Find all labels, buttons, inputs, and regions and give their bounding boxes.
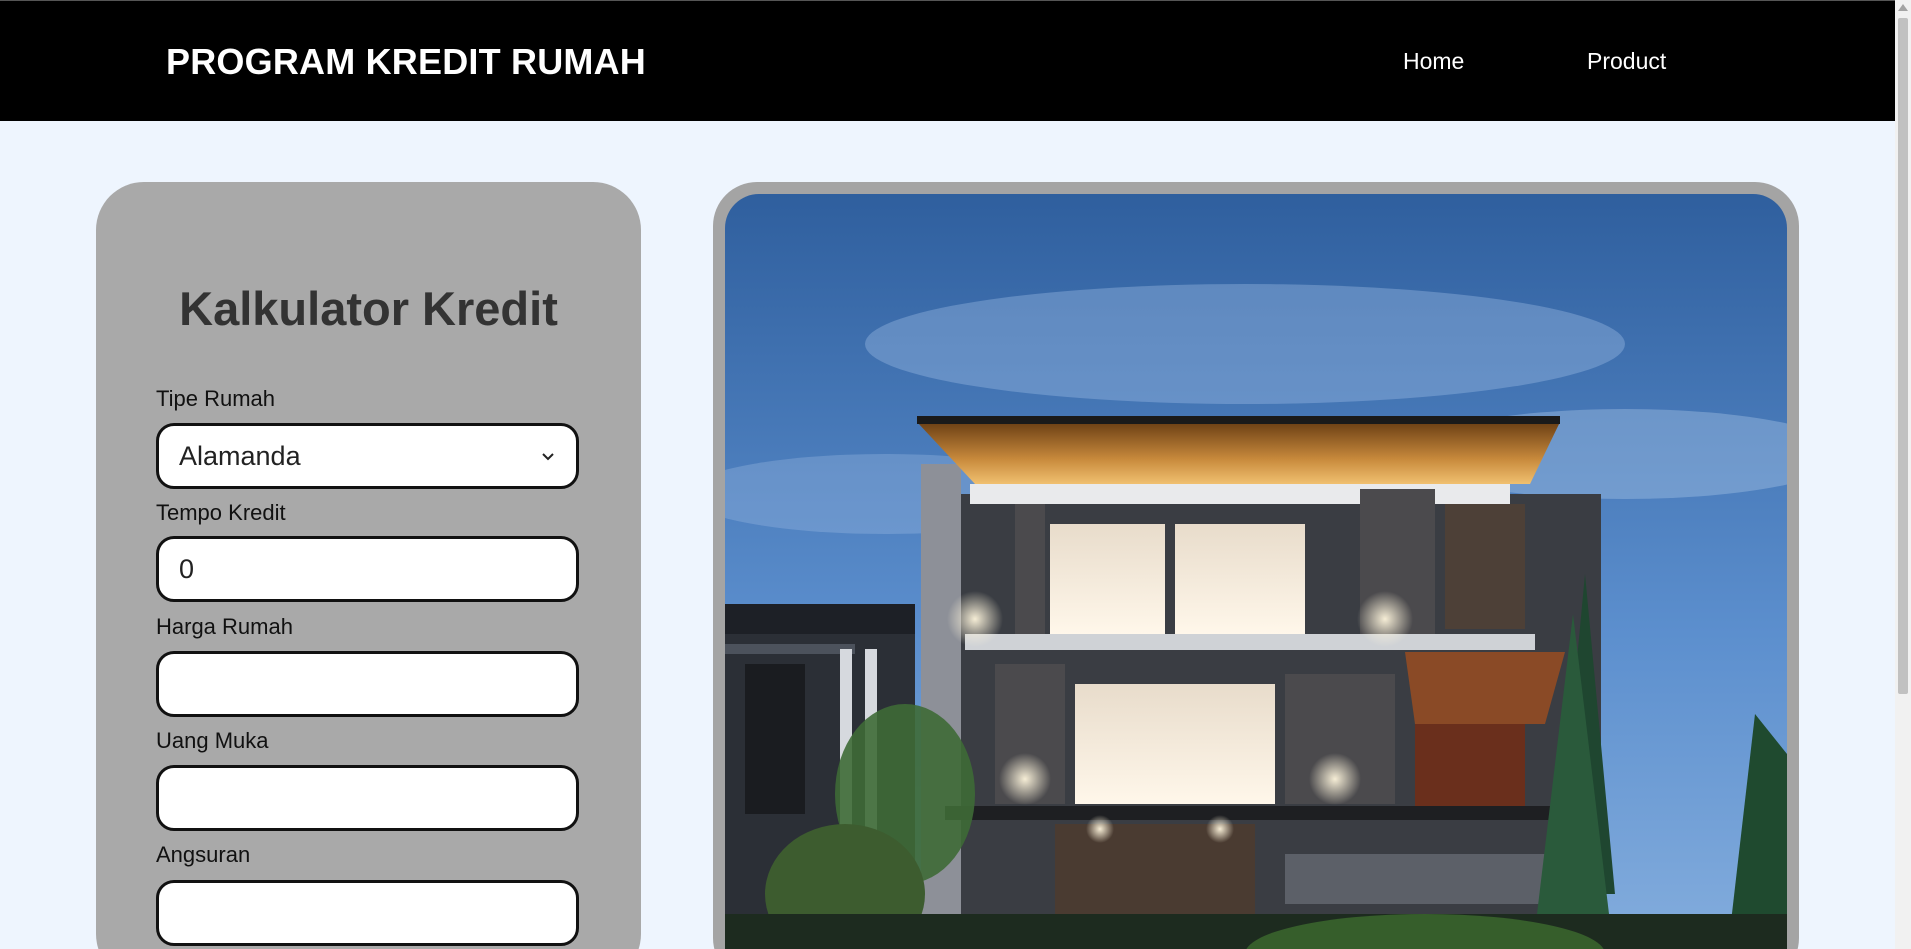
tempo-kredit-label: Tempo Kredit — [156, 500, 286, 525]
harga-rumah-input[interactable] — [156, 651, 579, 717]
tipe-rumah-label: Tipe Rumah — [156, 386, 276, 411]
tipe-rumah-select[interactable]: Alamanda — [156, 423, 579, 489]
tempo-kredit-input[interactable] — [156, 536, 579, 602]
scroll-thumb[interactable] — [1898, 18, 1908, 694]
calculator-title: Kalkulator Kredit — [179, 282, 558, 335]
house-photo — [725, 194, 1787, 949]
uang-muka-label: Uang Muka — [156, 728, 269, 753]
page-scrollbar[interactable] — [1895, 0, 1911, 949]
house-illustration — [725, 194, 1787, 949]
harga-rumah-label: Harga Rumah — [156, 614, 293, 639]
nav-product-link[interactable]: Product — [1587, 48, 1666, 75]
image-card — [713, 182, 1799, 949]
chevron-down-icon — [542, 453, 554, 461]
angsuran-label: Angsuran — [156, 842, 251, 867]
calculator-card: Kalkulator Kredit Tipe Rumah Alamanda Te… — [96, 182, 641, 949]
tipe-rumah-selected-value: Alamanda — [179, 440, 301, 471]
nav-home-link[interactable]: Home — [1403, 48, 1464, 75]
uang-muka-input[interactable] — [156, 765, 579, 831]
angsuran-input[interactable] — [156, 880, 579, 946]
top-navbar: PROGRAM KREDIT RUMAH Home Product — [0, 0, 1895, 121]
page: PROGRAM KREDIT RUMAH Home Product Kalkul… — [0, 0, 1911, 949]
scroll-up-arrow-icon[interactable] — [1898, 4, 1908, 11]
site-brand[interactable]: PROGRAM KREDIT RUMAH — [166, 41, 646, 83]
